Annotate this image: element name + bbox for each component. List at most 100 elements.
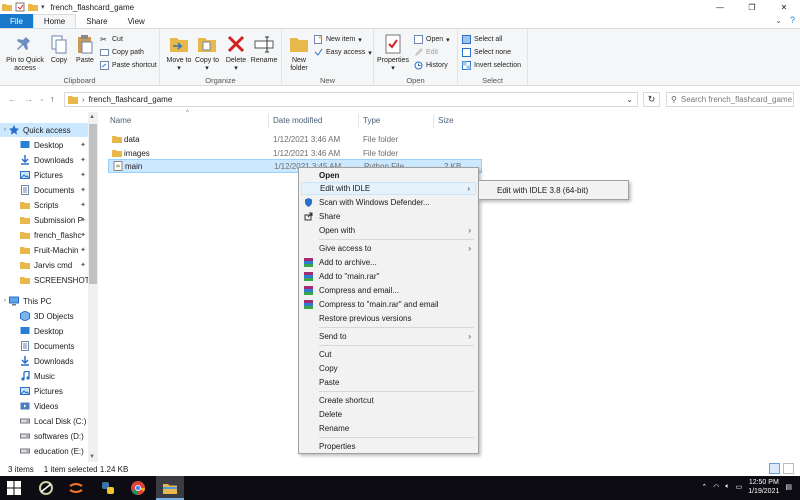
volume-icon[interactable]: 🔈︎ xyxy=(725,483,729,491)
select-all-button[interactable]: Select all xyxy=(462,35,502,44)
taskbar-app-ai[interactable] xyxy=(37,479,55,497)
column-size[interactable]: Size xyxy=(438,116,454,125)
paste-button[interactable]: Paste xyxy=(74,33,96,65)
nav-quick-access[interactable]: › Quick access xyxy=(0,123,88,137)
menu-item-edit-idle-38[interactable]: Edit with IDLE 3.8 (64-bit) xyxy=(497,186,588,195)
move-to-button[interactable]: Move to ▾ xyxy=(166,33,192,73)
battery-icon[interactable]: ▭ xyxy=(736,483,743,491)
sidebar-item-local-disk-c[interactable]: Local Disk (C:) xyxy=(0,414,88,428)
copy-path-button[interactable]: Copy path xyxy=(100,48,144,57)
menu-item-cut[interactable]: Cut xyxy=(301,348,476,361)
new-folder-button[interactable]: New folder xyxy=(286,33,312,73)
sidebar-item-downloads[interactable]: Downloads xyxy=(0,354,88,368)
menu-item-create-shortcut[interactable]: Create shortcut xyxy=(301,394,476,407)
sidebar-item-scripts[interactable]: Scripts ✦ xyxy=(0,198,88,212)
breadcrumb[interactable]: french_flashcard_game xyxy=(89,95,173,104)
tab-view[interactable]: View xyxy=(118,14,155,28)
scroll-down-icon[interactable]: ▼ xyxy=(89,454,95,460)
invert-selection-button[interactable]: Invert selection xyxy=(462,61,521,70)
nav-this-pc[interactable]: › This PC xyxy=(0,294,88,308)
column-separator[interactable] xyxy=(433,114,434,128)
cut-button[interactable]: ✂ Cut xyxy=(100,35,123,44)
menu-item-paste[interactable]: Paste xyxy=(301,376,476,389)
sidebar-item-downloads[interactable]: Downloads ✦ xyxy=(0,153,88,167)
sidebar-item-documents[interactable]: Documents xyxy=(0,339,88,353)
sidebar-item-desktop[interactable]: Desktop xyxy=(0,324,88,338)
recent-locations-icon[interactable]: ⌄ xyxy=(39,95,45,103)
select-none-button[interactable]: Select none xyxy=(462,48,511,57)
properties-button[interactable]: Properties ▾ xyxy=(376,33,410,73)
tab-file[interactable]: File xyxy=(0,14,33,28)
menu-item-share[interactable]: Share xyxy=(301,210,476,223)
menu-item-edit-idle[interactable]: Edit with IDLE › xyxy=(301,182,476,195)
back-arrow-icon[interactable]: ← xyxy=(8,94,17,104)
nav-scrollbar[interactable]: ▲ ▼ xyxy=(88,112,98,462)
sidebar-item-3d-objects[interactable]: 3D Objects xyxy=(0,309,88,323)
menu-item-delete[interactable]: Delete xyxy=(301,408,476,421)
close-button[interactable]: ✕ xyxy=(768,0,800,14)
column-type[interactable]: Type xyxy=(363,116,380,125)
menu-item-copy[interactable]: Copy xyxy=(301,362,476,375)
history-button[interactable]: History xyxy=(414,61,448,70)
menu-item-open[interactable]: Open xyxy=(301,169,476,182)
taskbar-app-file-explorer[interactable] xyxy=(161,479,179,497)
start-button[interactable] xyxy=(5,479,23,497)
menu-item-compress-rar-email[interactable]: Compress to "main.rar" and email xyxy=(301,298,476,311)
sidebar-item-pictures[interactable]: Pictures ✦ xyxy=(0,168,88,182)
maximize-button[interactable]: ❐ xyxy=(736,0,768,14)
wifi-icon[interactable]: ◠ xyxy=(713,483,719,491)
open-button[interactable]: Open ▾ xyxy=(414,35,450,44)
sidebar-item-french-flashc[interactable]: french_flashc ✦ xyxy=(0,228,88,242)
sidebar-item-softwares-d[interactable]: softwares (D:) xyxy=(0,429,88,443)
ribbon-collapse-icon[interactable]: ⌄ xyxy=(775,16,782,25)
menu-item-compress-email[interactable]: Compress and email... xyxy=(301,284,476,297)
column-name[interactable]: Name xyxy=(110,116,131,125)
sidebar-item-fruit-machin[interactable]: Fruit-Machin ✦ xyxy=(0,243,88,257)
file-row[interactable]: data 1/12/2021 3:46 AM File folder xyxy=(108,132,482,146)
tab-share[interactable]: Share xyxy=(76,14,117,28)
minimize-button[interactable]: — xyxy=(704,0,736,14)
menu-item-restore-versions[interactable]: Restore previous versions xyxy=(301,312,476,325)
edit-button[interactable]: Edit xyxy=(414,48,438,57)
address-bar[interactable]: › french_flashcard_game ⌄ xyxy=(64,92,638,107)
menu-item-rename[interactable]: Rename xyxy=(301,422,476,435)
taskbar-app-chrome[interactable] xyxy=(129,479,147,497)
new-folder-icon[interactable] xyxy=(28,2,38,12)
sidebar-item-desktop[interactable]: Desktop ✦ xyxy=(0,138,88,152)
column-separator[interactable] xyxy=(268,114,269,128)
easy-access-button[interactable]: Easy access ▾ xyxy=(314,48,372,57)
scroll-thumb[interactable] xyxy=(89,124,97,284)
sidebar-item-documents[interactable]: Documents ✦ xyxy=(0,183,88,197)
sidebar-item-screenshots[interactable]: SCREENSHOTS xyxy=(0,273,88,287)
up-arrow-icon[interactable]: ↑ xyxy=(50,94,55,104)
search-input[interactable]: ⚲ Search french_flashcard_game xyxy=(666,92,794,107)
file-row[interactable]: images 1/12/2021 3:46 AM File folder xyxy=(108,146,482,160)
menu-item-send-to[interactable]: Send to › xyxy=(301,330,476,343)
qat-dropdown-icon[interactable]: ▾ xyxy=(41,3,45,11)
copy-to-button[interactable]: Copy to ▾ xyxy=(194,33,220,73)
column-date[interactable]: Date modified xyxy=(273,116,322,125)
menu-item-open-with[interactable]: Open with › xyxy=(301,224,476,237)
details-view-button[interactable] xyxy=(769,463,780,474)
clock[interactable]: 12:50 PM 1/19/2021 xyxy=(748,478,779,496)
menu-item-add-rar[interactable]: Add to "main.rar" xyxy=(301,270,476,283)
properties-icon[interactable] xyxy=(15,2,25,12)
menu-item-scan-defender[interactable]: Scan with Windows Defender... xyxy=(301,196,476,209)
sidebar-item-pictures[interactable]: Pictures xyxy=(0,384,88,398)
address-dropdown-icon[interactable]: ⌄ xyxy=(626,95,633,104)
notifications-icon[interactable]: ▤ xyxy=(785,483,792,491)
delete-button[interactable]: Delete ▾ xyxy=(224,33,248,73)
sidebar-item-music[interactable]: Music xyxy=(0,369,88,383)
taskbar-app-jupyter[interactable] xyxy=(67,479,85,497)
tray-overflow-icon[interactable]: ⌃ xyxy=(701,483,707,491)
sidebar-item-education-e[interactable]: education (E:) xyxy=(0,444,88,458)
sidebar-item-videos[interactable]: Videos xyxy=(0,399,88,413)
forward-arrow-icon[interactable]: → xyxy=(24,94,33,104)
large-icons-view-button[interactable] xyxy=(783,463,794,474)
pin-quick-access-button[interactable]: Pin to Quick access xyxy=(4,33,46,73)
tab-home[interactable]: Home xyxy=(32,14,77,28)
scroll-up-icon[interactable]: ▲ xyxy=(89,114,95,120)
rename-button[interactable]: Rename xyxy=(250,33,278,65)
menu-item-give-access[interactable]: Give access to › xyxy=(301,242,476,255)
sidebar-item-submission-p[interactable]: Submission P ✦ xyxy=(0,213,88,227)
